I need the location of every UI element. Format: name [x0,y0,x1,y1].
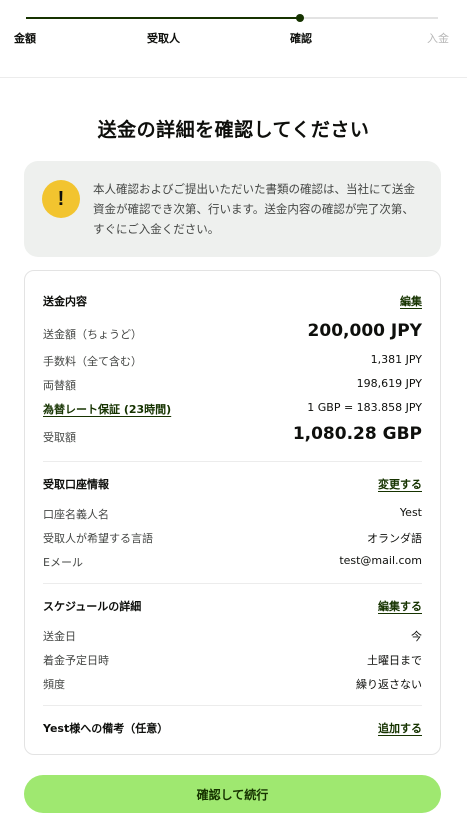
send-date-value: 今 [411,630,422,643]
schedule-section-title: スケジュールの詳細 [43,600,142,613]
step-pay: 入金 [427,32,449,45]
rate-guarantee-link[interactable]: 為替レート保証 (23時間) [43,401,171,417]
receive-amount-label: 受取額 [43,431,76,444]
send-date-label: 送金日 [43,630,76,643]
edit-schedule-link[interactable]: 編集する [378,598,422,614]
step-amount[interactable]: 金額 [14,30,36,46]
email-label: Eメール [43,556,83,569]
receive-amount-value: 1,080.28 GBP [292,424,422,444]
transfer-summary-card: 送金内容 編集 送金額（ちょうど） 200,000 JPY 手数料（全て含む） … [24,270,441,755]
section-divider [43,583,422,584]
send-amount-value: 200,000 JPY [307,321,422,341]
recipient-section-title: 受取口座情報 [43,478,109,491]
fee-value: 1,381 JPY [370,353,422,366]
progress-track [26,17,438,19]
add-note-link[interactable]: 追加する [378,720,422,736]
send-amount-label: 送金額（ちょうど） [43,328,142,341]
verification-notice: ! 本人確認およびご提出いただいた書類の確認は、当社にて送金資金が確認でき次第、… [24,161,441,257]
language-value: オランダ語 [367,532,422,545]
confirm-continue-button[interactable]: 確認して続行 [24,775,441,813]
progress-stepper: 金額 受取人 確認 入金 [0,0,467,78]
transfer-section-title: 送金内容 [43,295,87,308]
account-holder-label: 口座名義人名 [43,508,109,521]
arrival-value: 土曜日まで [367,654,422,667]
account-holder-value: Yest [399,506,422,519]
step-recipient[interactable]: 受取人 [147,30,180,46]
frequency-value: 繰り返さない [356,678,422,691]
progress-track-fill [26,17,300,19]
page-title: 送金の詳細を確認してください [97,119,370,141]
section-divider [43,705,422,706]
arrival-label: 着金予定日時 [43,654,109,667]
edit-transfer-link[interactable]: 編集 [400,293,422,309]
language-label: 受取人が希望する言語 [43,532,153,545]
exclamation-icon: ! [42,180,80,218]
email-value: test@mail.com [339,554,422,567]
converted-amount-label: 両替額 [43,379,76,392]
exchange-rate-value: 1 GBP = 183.858 JPY [307,401,422,414]
note-section-title: Yest様への備考（任意） [43,722,169,735]
converted-amount-value: 198,619 JPY [356,377,422,390]
change-recipient-link[interactable]: 変更する [378,476,422,492]
step-review[interactable]: 確認 [290,30,312,46]
notice-text: 本人確認およびご提出いただいた書類の確認は、当社にて送金資金が確認でき次第、行い… [93,182,415,236]
progress-current-dot [296,14,304,22]
fee-label: 手数料（全て含む） [43,355,142,368]
section-divider [43,461,422,462]
frequency-label: 頻度 [43,678,65,691]
